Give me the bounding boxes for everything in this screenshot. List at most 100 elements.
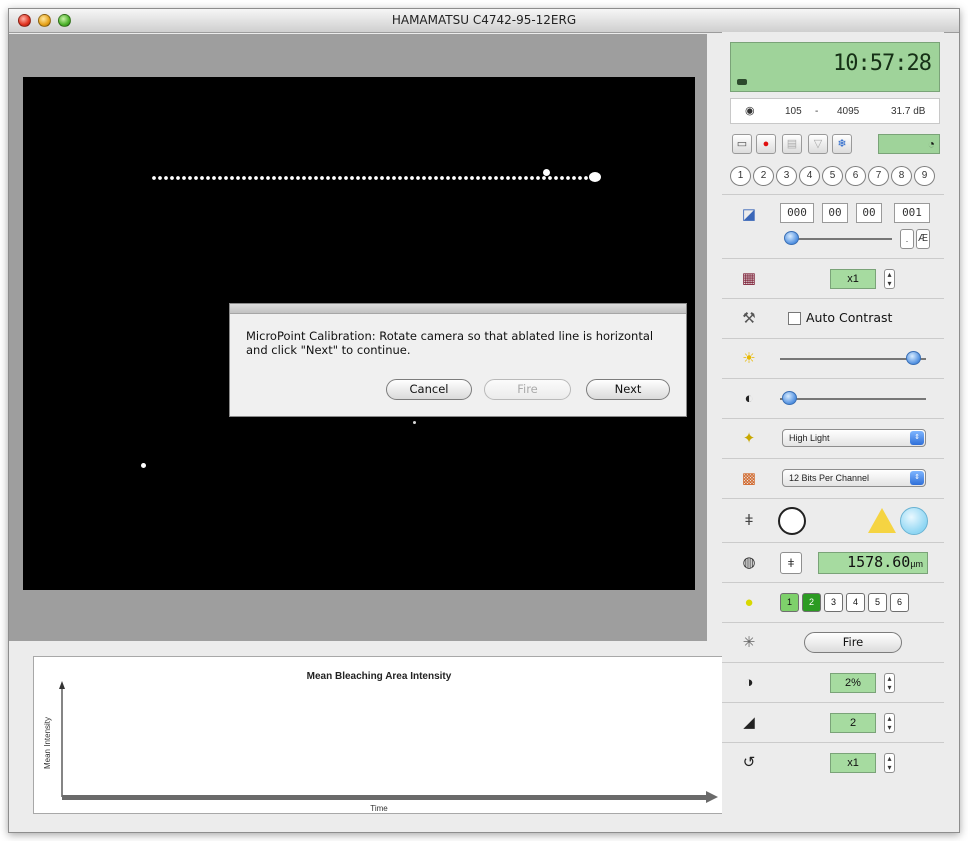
y-axis-arrow [59,681,65,689]
film-icon[interactable]: ▤ [782,134,802,154]
range-db: 31.7 dB [891,106,926,117]
ruler-icon[interactable]: ǂ [780,552,802,574]
distance-value: 1578.60 [847,553,911,571]
filter-icon[interactable]: ▽ [808,134,828,154]
exposure-row: ◪ 000 00 00 001 . Æ [722,194,944,258]
dialog-message: MicroPoint Calibration: Rotate camera so… [246,329,654,357]
light-bulb-icon: ✦ [742,430,756,447]
monitor-icon[interactable]: ▭ [732,134,752,154]
range-min: 105 [785,106,802,117]
channel-button[interactable]: 8 [891,166,912,186]
laser-icon: ● [744,594,754,611]
auto-contrast-checkbox[interactable] [788,312,801,325]
bit-depth-select[interactable]: 12 Bits Per Channel ⇕ [782,469,926,487]
exposure-slider-track[interactable] [792,238,892,240]
laser-channel-button[interactable]: 5 [868,593,887,612]
laser-channel-button[interactable]: 1 [780,593,799,612]
channel-button[interactable]: 3 [776,166,797,186]
channel-selector: 1 2 3 4 5 6 7 8 9 [730,166,942,188]
image-area: MicroPoint Calibration: Rotate camera so… [9,34,707,641]
auto-contrast-label: Auto Contrast [806,310,893,325]
exposure-unit-button[interactable]: . [900,229,914,249]
brightness-icon: ☀ [742,350,756,367]
chevron-updown-icon: ⇕ [910,471,924,485]
marker-icon: ǂ [744,512,754,529]
pulses-stepper[interactable]: ▴ ▾ [884,713,895,733]
y-axis-label: Mean Intensity [43,717,52,769]
x-axis-arrow [706,791,718,803]
title-bar: HAMAMATSU C4742-95-12ERG [9,9,959,33]
contrast-slider-track[interactable] [780,398,926,400]
wrench-icon: ⚒ [742,310,756,327]
ramp-icon: ◢ [743,714,755,731]
x-axis-label: Time [370,804,388,813]
distance-row: ◍ ǂ 1578.60µm [722,542,944,582]
pulses-field[interactable]: 2 [830,713,876,733]
snowflake-icon[interactable]: ❄ [832,134,852,154]
intensity-graph: Mean Bleaching Area Intensity Mean Inten… [33,656,723,814]
laser-channel-button[interactable]: 6 [890,593,909,612]
channel-button[interactable]: 2 [753,166,774,186]
brightness-slider-track[interactable] [780,358,926,360]
fire-button[interactable]: Fire [804,632,902,653]
contrast-row: ⚒ Auto Contrast [722,298,944,338]
light-mode-row: ✦ High Light ⇕ [722,418,944,458]
time-seconds[interactable]: 00 [856,203,882,223]
channel-button[interactable]: 7 [868,166,889,186]
fire-row: ✳ Fire [722,622,944,662]
control-panel: 10:57:28 ◉ 105 - 4095 31.7 dB ▭ ● ▤ ▽ ❄ … [722,32,944,818]
cancel-button[interactable]: Cancel [386,379,472,400]
time-hours[interactable]: 000 [780,203,814,223]
aperture-icon: ◉ [745,105,755,117]
pulses-row: ◢ 2 ▴ ▾ [722,702,944,742]
bit-depth-row: ▩ 12 Bits Per Channel ⇕ [722,458,944,498]
circle-icon[interactable] [778,507,806,535]
x-axis [62,795,707,800]
color-depth-icon: ▩ [741,470,757,487]
channel-button[interactable]: 4 [799,166,820,186]
contrast-icon: ◐ [744,390,754,407]
bright-spot [413,421,416,424]
grid-icon[interactable]: ◔ [878,134,940,154]
next-button[interactable]: Next [586,379,670,400]
window-title: HAMAMATSU C4742-95-12ERG [391,13,577,27]
graph-canvas: Mean Bleaching Area Intensity Mean Inten… [43,671,718,813]
burst-icon: ✳ [742,634,756,651]
calibration-dialog: MicroPoint Calibration: Rotate camera so… [229,303,687,417]
lens-icon: ◪ [741,206,757,223]
laser-channel-button[interactable]: 2 [802,593,821,612]
exposure-auto-button[interactable]: Æ [916,229,930,249]
light-mode-select[interactable]: High Light ⇕ [782,429,926,447]
range-max: 4095 [837,106,860,117]
camera-image[interactable]: MicroPoint Calibration: Rotate camera so… [23,77,695,590]
binning-field[interactable]: x1 [830,269,876,289]
repeat-field[interactable]: x1 [830,753,876,773]
brightness-row: ☀ [722,338,944,378]
clock-display: 10:57:28 [730,42,940,92]
calibration-status-row: ǂ [722,498,944,542]
binning-row: ▦ x1 ▴ ▾ [722,258,944,298]
distance-display: 1578.60µm [818,552,928,574]
attenuation-field[interactable]: 2% [830,673,876,693]
checkerboard-icon: ▦ [741,270,757,287]
time-minutes[interactable]: 00 [822,203,848,223]
channel-button[interactable]: 6 [845,166,866,186]
brightness-slider-thumb[interactable] [906,351,921,365]
laser-channel-button[interactable]: 3 [824,593,843,612]
exposure-slider-thumb[interactable] [784,231,799,245]
contrast-slider-thumb[interactable] [782,391,797,405]
time-ms[interactable]: 001 [894,203,930,223]
target-icon[interactable] [900,507,928,535]
channel-button[interactable]: 9 [914,166,935,186]
repeat-icon: ↺ [742,754,756,771]
binning-stepper[interactable]: ▴ ▾ [884,269,895,289]
channel-button[interactable]: 1 [730,166,751,186]
aperture-icon: ◍ [742,554,756,571]
channel-button[interactable]: 5 [822,166,843,186]
laser-channel-button[interactable]: 4 [846,593,865,612]
record-icon[interactable]: ● [756,134,776,154]
range-separator: - [815,106,819,117]
attenuation-stepper[interactable]: ▴ ▾ [884,673,895,693]
repeat-stepper[interactable]: ▴ ▾ [884,753,895,773]
attenuation-row: ◑ 2% ▴ ▾ [722,662,944,702]
